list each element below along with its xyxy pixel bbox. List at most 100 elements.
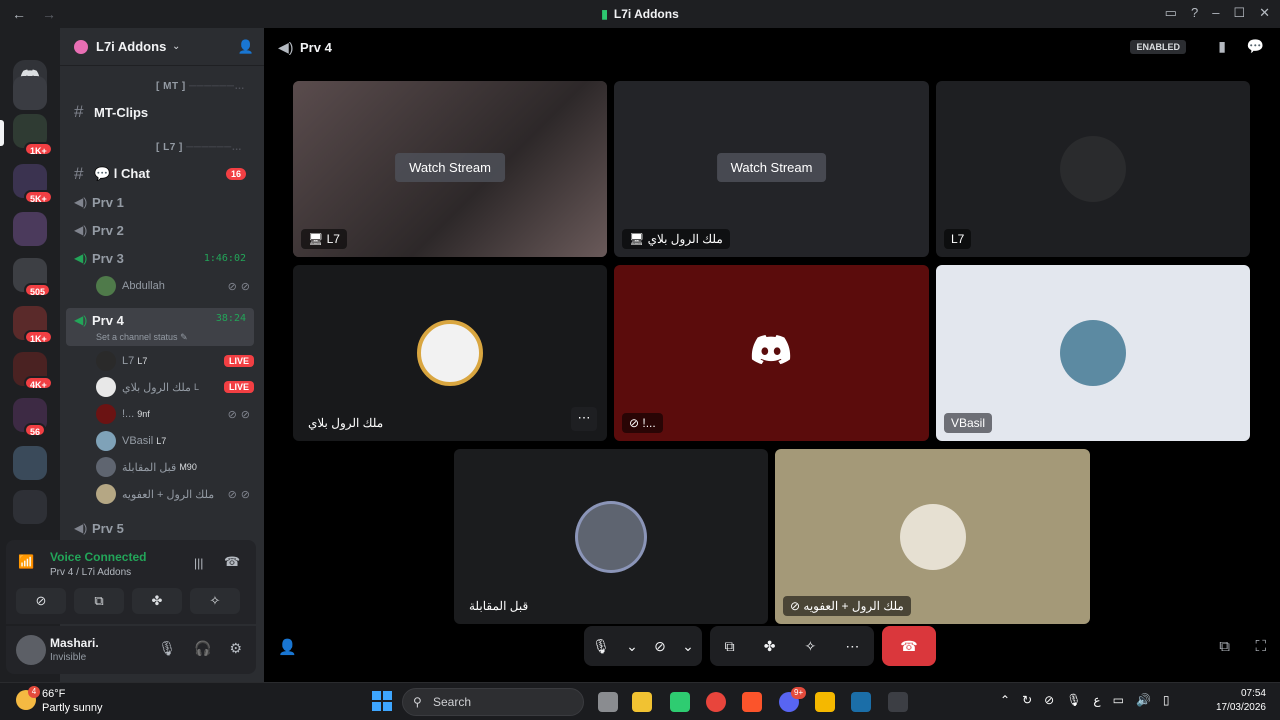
channel-status[interactable]: Set a channel status ✎ [96, 332, 188, 343]
participant-tile[interactable]: قبل المقابلة [454, 449, 768, 624]
windows-logo-icon [372, 691, 392, 711]
maximize-button[interactable]: ☐ [1233, 5, 1245, 21]
voice-member[interactable]: ملك الرول بلاي L LIVE [96, 375, 254, 399]
app-icon[interactable] [670, 692, 690, 712]
weather-widget[interactable]: 66°F Partly sunny [42, 687, 103, 715]
windows-start-button[interactable] [372, 691, 392, 711]
disconnect-button[interactable]: ☎ [882, 626, 936, 666]
channel-mt-clips[interactable]: # MT-Clips [66, 99, 254, 125]
brave-icon[interactable] [742, 692, 762, 712]
app-icon[interactable] [815, 692, 835, 712]
screen-share-icon[interactable]: ⧉ [725, 638, 735, 655]
participant-tile[interactable]: ⊘ !... [614, 265, 929, 441]
chat-bubble-icon[interactable]: 💬 [1247, 38, 1264, 55]
chrome-icon[interactable] [706, 692, 726, 712]
soundboard-button[interactable]: ✧ [190, 588, 240, 614]
username[interactable]: Mashari. [50, 636, 99, 650]
task-view-icon[interactable] [598, 692, 618, 712]
server-icon[interactable] [13, 446, 47, 480]
stream-tile[interactable]: Watch Stream 🖥 ملك الرول بلاي [614, 81, 929, 257]
voice-member[interactable]: L7 L7 LIVE [96, 349, 254, 373]
chevron-down-icon[interactable]: ⌄ [682, 638, 694, 655]
voice-location[interactable]: Prv 4 / L7i Addons [50, 567, 131, 578]
signal-icon[interactable]: 📶 [18, 554, 40, 576]
settings-gear-icon[interactable]: ⚙ [229, 640, 242, 657]
tile-label-text: ملك الرول + العفويه [803, 599, 904, 613]
channel-prv1[interactable]: ◀) Prv 1 [66, 189, 254, 215]
sync-icon[interactable]: ↻ [1022, 693, 1032, 707]
activities-button[interactable]: ✤ [132, 588, 182, 614]
server-badge: 4K+ [24, 376, 53, 390]
camera-off-icon[interactable]: ⊘ [1044, 693, 1054, 707]
category-mt[interactable]: [ MT ] ──────… [156, 81, 245, 92]
voice-member[interactable]: ملك الرول + العفويه ⊘⊘ [96, 482, 254, 506]
battery-icon[interactable]: ▯ [1163, 693, 1170, 707]
headphones-icon[interactable]: 🎧 [194, 640, 211, 657]
file-explorer-icon[interactable] [632, 692, 652, 712]
participant-tile[interactable]: L7 [936, 81, 1250, 257]
voice-member[interactable]: Abdullah ⊘⊘ [96, 274, 254, 298]
enabled-badge[interactable]: ENABLED [1130, 40, 1186, 54]
tile-label: VBasil [944, 413, 993, 433]
participant-tile[interactable]: VBasil [936, 265, 1250, 441]
minimize-button[interactable]: – [1212, 5, 1219, 21]
category-label: [ MT ] [156, 81, 186, 92]
channel-prv3[interactable]: ◀) Prv 3 1:46:02 [66, 245, 254, 271]
microphone-icon[interactable]: 🎙 [1066, 693, 1081, 707]
clock[interactable]: 07:54 17/03/2026 [1216, 687, 1266, 715]
camera-off-button[interactable]: ⊘ [16, 588, 66, 614]
voice-member[interactable]: قبل المقابلة M90 [96, 455, 254, 479]
category-l7[interactable]: [ L7 ] ──────… [156, 142, 242, 153]
stream-tile[interactable]: Watch Stream 🖥 L7 [293, 81, 607, 257]
server-header[interactable]: L7i Addons ⌄ 👤 [60, 28, 264, 66]
language-indicator[interactable]: ع [1093, 693, 1100, 707]
voice-member[interactable]: !... 9nf ⊘⊘ [96, 402, 254, 426]
tile-label: 🖥 L7 [301, 229, 347, 249]
add-people-icon[interactable]: 👤 [278, 638, 297, 656]
microphone-icon[interactable]: 🎙 [158, 640, 176, 657]
watch-stream-button[interactable]: Watch Stream [716, 153, 827, 182]
participant-avatar [417, 320, 483, 386]
popout-icon[interactable]: ⧉ [1219, 638, 1230, 655]
inbox-icon[interactable]: ▭ [1165, 5, 1177, 21]
server-icon[interactable] [13, 212, 47, 246]
noise-suppression-icon[interactable]: ||| [194, 556, 203, 570]
server-icon[interactable] [13, 76, 47, 110]
fullscreen-icon[interactable]: ⛶ [1255, 638, 1266, 655]
taskbar-search[interactable]: ⚲ Search [402, 688, 584, 716]
member-tag: 9nf [137, 409, 150, 419]
app-icon[interactable] [888, 692, 908, 712]
watch-stream-button[interactable]: Watch Stream [395, 153, 505, 182]
chevron-down-icon[interactable]: ⌄ [626, 638, 638, 655]
bookmark-icon[interactable]: ▮ [1218, 38, 1226, 55]
close-button[interactable]: ✕ [1259, 5, 1270, 21]
participant-tile[interactable]: ملك الرول بلاي ⋯ [293, 265, 607, 441]
tile-label: ⊘ ملك الرول + العفويه [783, 596, 911, 616]
user-panel: Mashari. Invisible 🎙 🎧 ⚙ [6, 626, 256, 674]
help-icon[interactable]: ? [1191, 5, 1198, 21]
more-icon[interactable]: ⋯ [845, 638, 859, 655]
steam-icon[interactable] [851, 692, 871, 712]
avatar [96, 431, 116, 451]
volume-icon[interactable]: 🔊 [1136, 693, 1151, 707]
more-options-button[interactable]: ⋯ [571, 407, 597, 431]
member-tag: L7 [156, 436, 167, 446]
channel-chat[interactable]: # 💬 l Chat 16 [66, 161, 254, 187]
soundboard-icon[interactable]: ✧ [805, 638, 817, 655]
channel-prv2[interactable]: ◀) Prv 2 [66, 217, 254, 243]
network-icon[interactable]: ▭ [1113, 693, 1124, 707]
voice-call-area: ◀) Prv 4 ENABLED ▮ 💬 Watch Stream 🖥 L7 W… [264, 28, 1280, 682]
screen-share-button[interactable]: ⧉ [74, 588, 124, 614]
invite-icon[interactable]: 👤 [238, 39, 254, 55]
microphone-icon[interactable]: 🎙 [592, 638, 610, 655]
voice-member[interactable]: VBasil L7 [96, 429, 254, 453]
participant-tile[interactable]: ⊘ ملك الرول + العفويه [775, 449, 1090, 624]
activities-icon[interactable]: ✤ [764, 638, 776, 655]
disconnect-icon[interactable]: ☎ [224, 554, 240, 570]
channel-prv5[interactable]: ◀) Prv 5 [66, 515, 254, 541]
user-avatar[interactable] [16, 635, 46, 665]
camera-off-icon[interactable]: ⊘ [654, 638, 666, 655]
server-icon[interactable] [13, 490, 47, 524]
chevron-up-icon[interactable]: ⌃ [1000, 693, 1010, 707]
voice-status[interactable]: Voice Connected [50, 550, 146, 564]
